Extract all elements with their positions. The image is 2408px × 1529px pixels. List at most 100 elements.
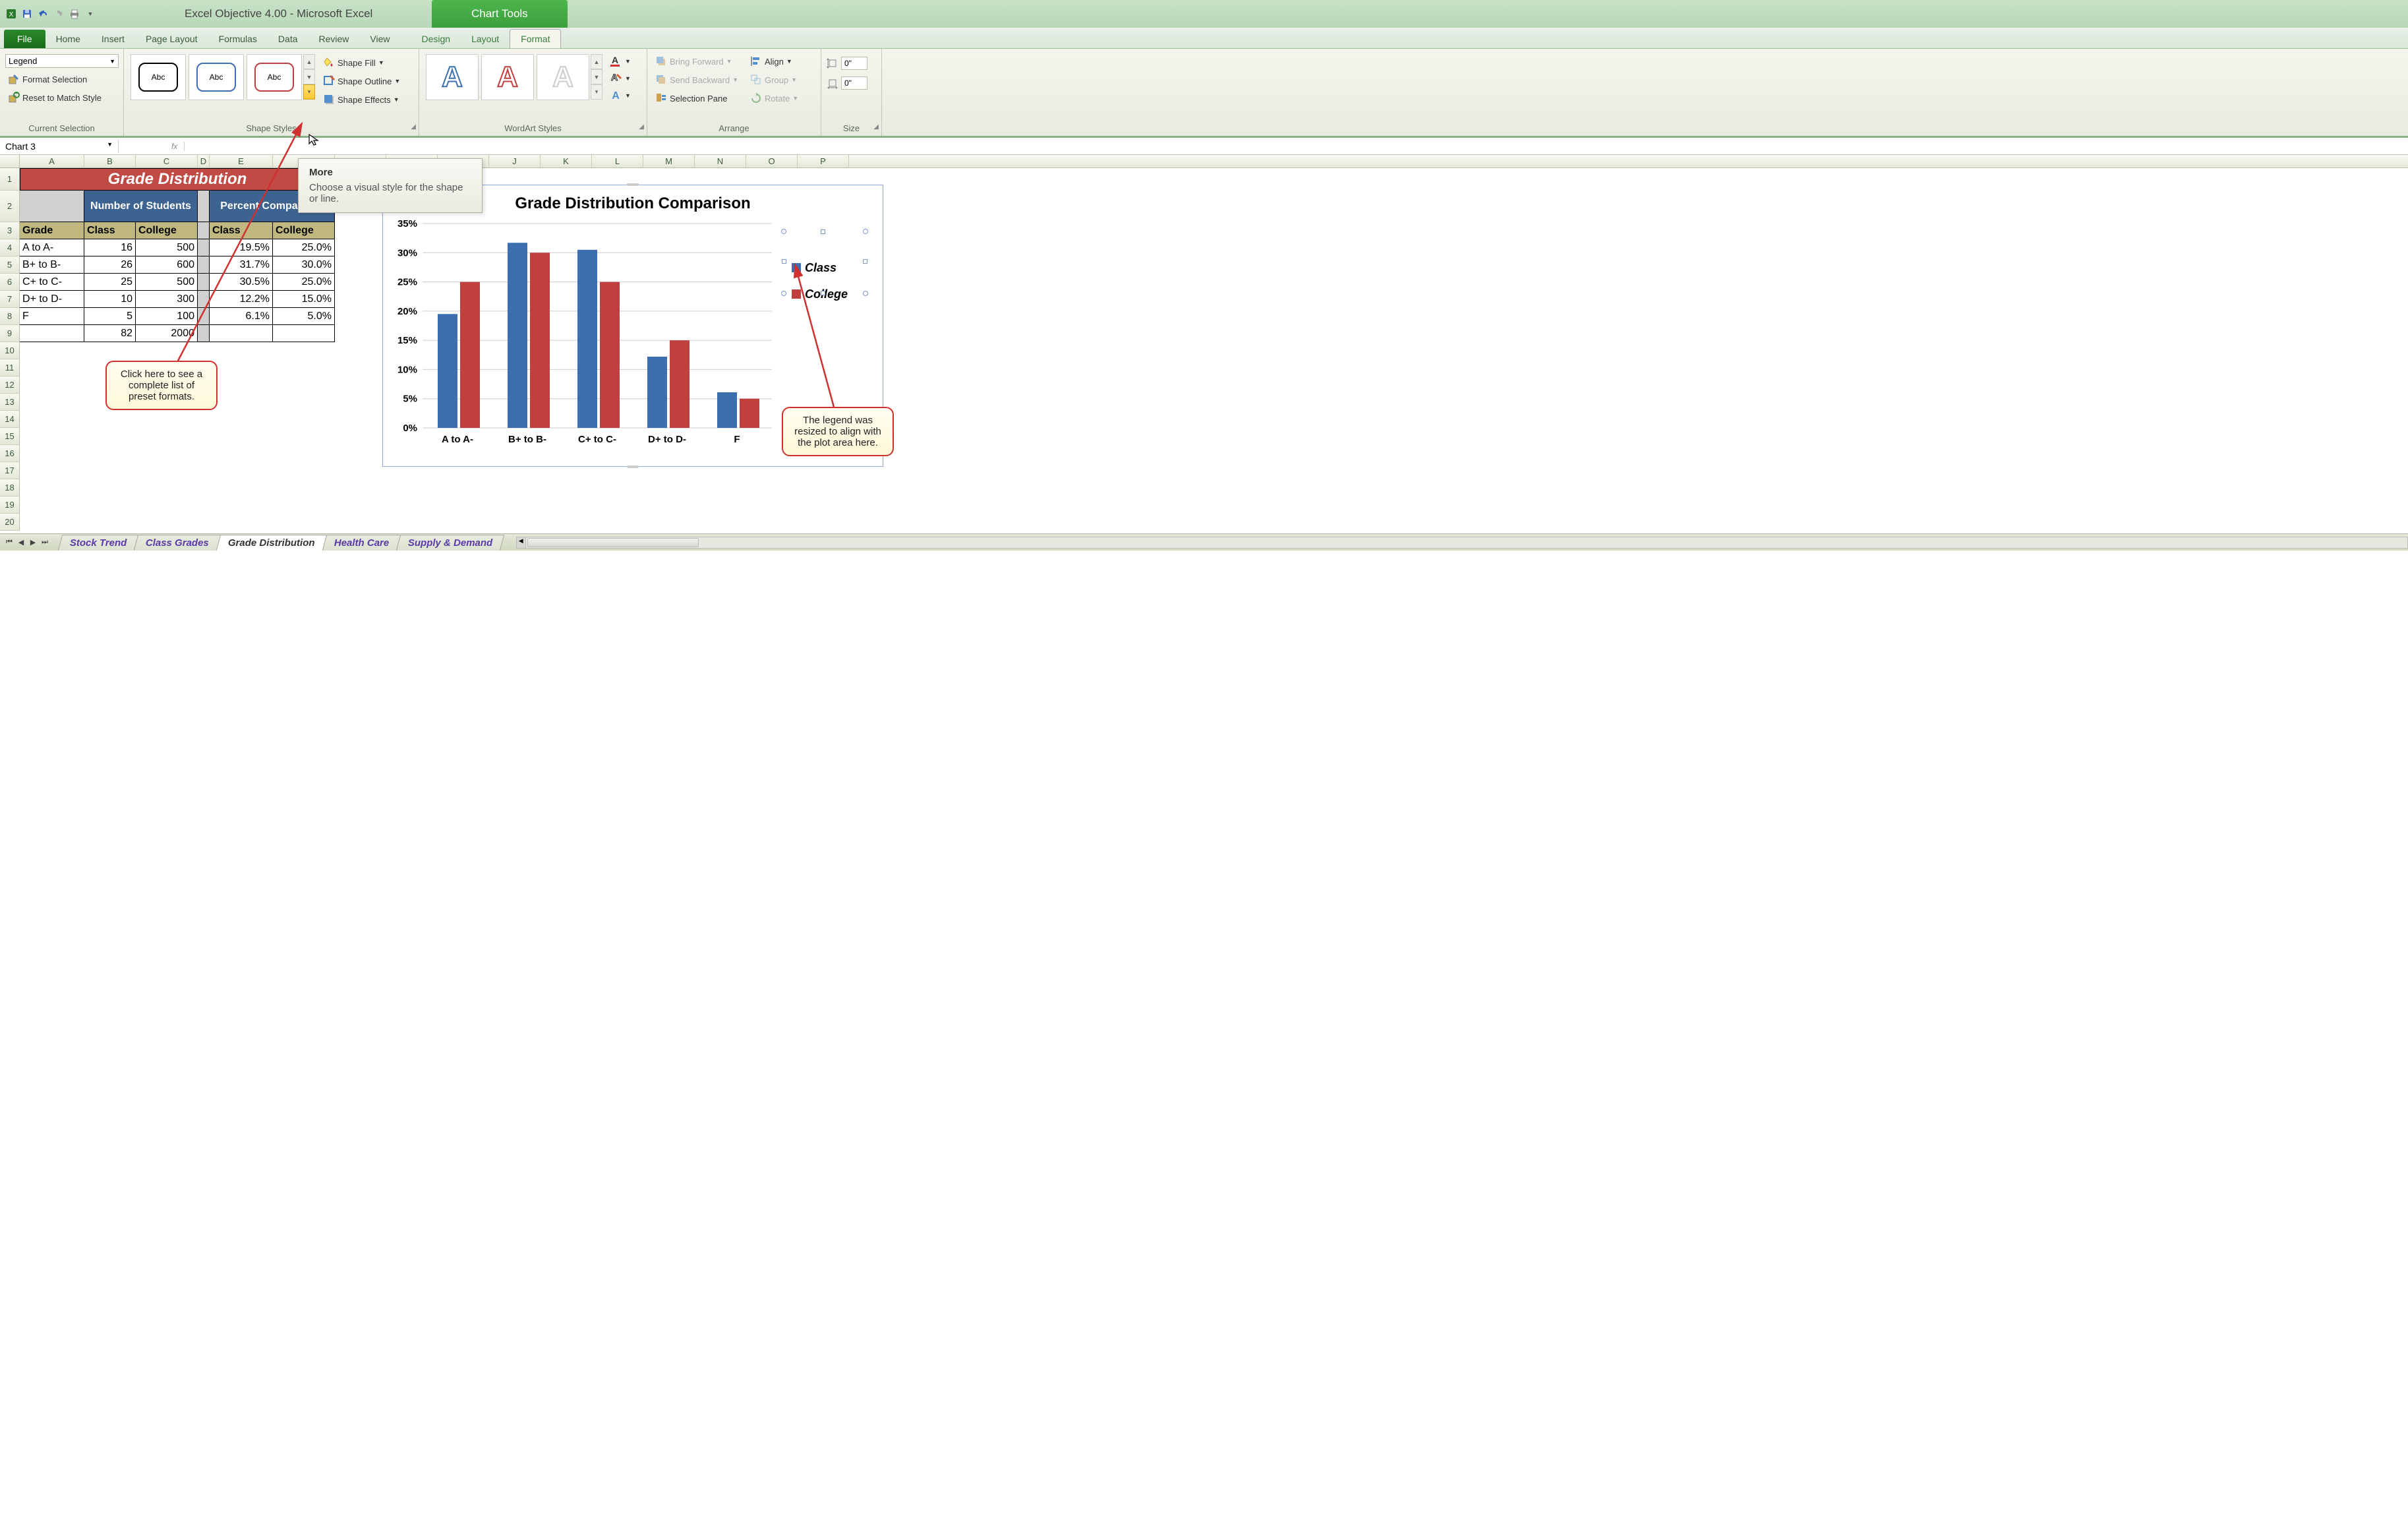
file-tab[interactable]: File (4, 30, 45, 48)
table-cell[interactable]: 100 (136, 308, 198, 325)
selection-pane-button[interactable]: Selection Pane (653, 91, 741, 105)
print-icon[interactable] (67, 7, 82, 21)
wordart-style-3[interactable]: A (537, 54, 589, 100)
table-cell[interactable]: 10 (84, 291, 136, 308)
gallery-more-button[interactable]: ▾ (303, 84, 315, 100)
table-cell[interactable] (210, 325, 273, 342)
tab-insert[interactable]: Insert (91, 30, 135, 48)
wordart-gallery-more[interactable]: ▾ (591, 84, 602, 100)
shape-height-input[interactable] (841, 57, 867, 70)
table-cell[interactable]: 15.0% (273, 291, 335, 308)
tab-data[interactable]: Data (268, 30, 308, 48)
row-header[interactable]: 2 (0, 191, 20, 222)
chart-legend[interactable] (785, 233, 864, 292)
qat-dropdown-icon[interactable]: ▼ (83, 7, 98, 21)
col-header[interactable]: A (20, 155, 84, 167)
tab-format[interactable]: Format (510, 29, 561, 48)
table-cell[interactable]: C+ to C- (20, 274, 84, 291)
text-fill-button[interactable]: A▼ (606, 54, 633, 69)
sheet-tab[interactable]: Stock Trend (58, 535, 139, 551)
table-cell[interactable]: 31.7% (210, 256, 273, 274)
row-header[interactable]: 17 (0, 462, 20, 479)
col-header[interactable]: M (643, 155, 695, 167)
reset-to-match-style-button[interactable]: Reset to Match Style (5, 90, 104, 105)
shape-style-2[interactable]: Abc (189, 54, 244, 100)
bring-forward-button[interactable]: Bring Forward ▼ (653, 54, 741, 69)
tab-home[interactable]: Home (45, 30, 91, 48)
row-header[interactable]: 13 (0, 394, 20, 411)
sheet-nav-last-icon[interactable]: ⏭ (40, 538, 50, 547)
table-cell[interactable]: 30.0% (273, 256, 335, 274)
tab-layout[interactable]: Layout (461, 30, 510, 48)
excel-icon[interactable]: X (4, 7, 18, 21)
row-header[interactable]: 7 (0, 291, 20, 308)
col-header[interactable]: N (695, 155, 746, 167)
save-icon[interactable] (20, 7, 34, 21)
shape-effects-button[interactable]: Shape Effects ▼ (320, 92, 403, 107)
wordart-gallery-down[interactable]: ▼ (591, 69, 602, 84)
table-cell[interactable]: 5.0% (273, 308, 335, 325)
shape-fill-button[interactable]: Shape Fill ▼ (320, 55, 403, 70)
row-header[interactable]: 16 (0, 445, 20, 462)
format-selection-button[interactable]: Format Selection (5, 72, 90, 86)
row-header[interactable]: 11 (0, 359, 20, 376)
tab-page-layout[interactable]: Page Layout (135, 30, 208, 48)
table-cell[interactable] (273, 325, 335, 342)
shape-styles-launcher-icon[interactable]: ◢ (411, 123, 416, 131)
row-header[interactable]: 3 (0, 222, 20, 239)
col-header[interactable]: J (489, 155, 541, 167)
text-outline-button[interactable]: A▼ (606, 71, 633, 86)
table-cell[interactable]: 25 (84, 274, 136, 291)
tab-design[interactable]: Design (411, 30, 461, 48)
table-cell[interactable]: 5 (84, 308, 136, 325)
undo-icon[interactable] (36, 7, 50, 21)
row-header[interactable]: 14 (0, 411, 20, 428)
col-header[interactable]: D (198, 155, 210, 167)
send-backward-button[interactable]: Send Backward ▼ (653, 73, 741, 87)
group-button[interactable]: Group ▼ (748, 73, 801, 87)
tab-review[interactable]: Review (308, 30, 360, 48)
table-cell[interactable]: 300 (136, 291, 198, 308)
col-header[interactable]: E (210, 155, 273, 167)
sheet-tab[interactable]: Supply & Demand (396, 535, 505, 551)
rotate-button[interactable]: Rotate ▼ (748, 91, 801, 105)
table-cell[interactable]: 82 (84, 325, 136, 342)
table-cell[interactable]: 500 (136, 239, 198, 256)
text-effects-button[interactable]: A▼ (606, 88, 633, 103)
row-header[interactable]: 15 (0, 428, 20, 445)
table-cell[interactable]: 6.1% (210, 308, 273, 325)
shape-style-1[interactable]: Abc (131, 54, 186, 100)
col-header[interactable]: B (84, 155, 136, 167)
table-cell[interactable]: 30.5% (210, 274, 273, 291)
sheet-nav-first-icon[interactable]: ⏮ (4, 538, 15, 547)
sheet-tab[interactable]: Grade Distribution (216, 535, 327, 551)
row-header[interactable]: 8 (0, 308, 20, 325)
wordart-gallery-up[interactable]: ▲ (591, 54, 602, 69)
table-cell[interactable]: B+ to B- (20, 256, 84, 274)
col-header[interactable]: K (541, 155, 592, 167)
row-header[interactable]: 19 (0, 496, 20, 514)
table-cell[interactable]: 2000 (136, 325, 198, 342)
row-header[interactable]: 12 (0, 376, 20, 394)
row-header[interactable]: 9 (0, 325, 20, 342)
table-cell[interactable]: 16 (84, 239, 136, 256)
row-header[interactable]: 10 (0, 342, 20, 359)
wordart-style-2[interactable]: A (481, 54, 534, 100)
shape-width-input[interactable] (841, 76, 867, 90)
table-cell[interactable]: 26 (84, 256, 136, 274)
table-cell[interactable] (20, 325, 84, 342)
row-header[interactable]: 20 (0, 514, 20, 531)
sheet-tab[interactable]: Health Care (322, 535, 401, 551)
table-cell[interactable]: 19.5% (210, 239, 273, 256)
worksheet[interactable]: ABCDEFGHIJKLMNOP 12345678910111213141516… (0, 155, 2408, 551)
table-cell[interactable]: 25.0% (273, 239, 335, 256)
wordart-launcher-icon[interactable]: ◢ (639, 123, 644, 131)
table-cell[interactable]: F (20, 308, 84, 325)
gallery-down-button[interactable]: ▼ (303, 69, 315, 84)
table-cell[interactable]: 12.2% (210, 291, 273, 308)
table-cell[interactable]: A to A- (20, 239, 84, 256)
fx-label[interactable]: fx (165, 142, 185, 151)
table-cell[interactable]: D+ to D- (20, 291, 84, 308)
align-button[interactable]: Align ▼ (748, 54, 801, 69)
wordart-style-1[interactable]: A (426, 54, 479, 100)
